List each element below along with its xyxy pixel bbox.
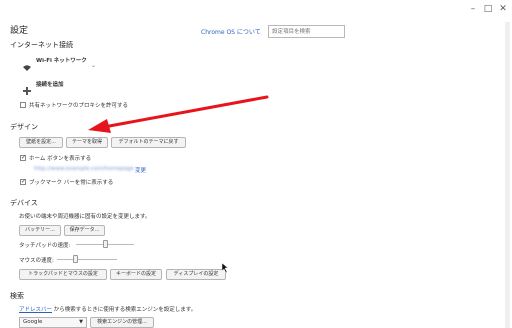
home-button-checkbox[interactable]: ✓ (20, 155, 26, 161)
manage-search-engines-button[interactable]: 検索エンジンの管理... (90, 317, 154, 328)
device-section-heading: デバイス (10, 199, 38, 207)
search-engine-selected: Google (23, 319, 43, 325)
title-bar (0, 0, 512, 22)
bookmark-bar-label: ブックマーク バーを常に表示する (29, 180, 114, 186)
mouse-speed-slider[interactable] (57, 259, 117, 260)
touchpad-mouse-settings-button[interactable]: トラックパッドとマウスの設定 (19, 269, 107, 280)
about-chrome-os-link[interactable]: Chrome OS について (201, 27, 261, 36)
storage-button[interactable]: 保存データ... (64, 225, 105, 236)
select-arrow-icon: ▼ (79, 319, 83, 325)
display-settings-button[interactable]: ディスプレイの設定 (166, 269, 226, 280)
add-connection-link[interactable]: 接続を追加 (36, 80, 64, 88)
mouse-speed-label: マウスの速度: (19, 258, 54, 264)
search-description: アドレスバー から検索するときに使用する検索エンジンを設定します。 (19, 305, 196, 313)
minimize-button[interactable]: – (467, 3, 479, 15)
search-engine-select[interactable]: Google ▼ (19, 317, 87, 328)
settings-search-input[interactable] (268, 25, 345, 38)
home-change-link[interactable]: 変更 (135, 166, 146, 174)
internet-section-heading: インターネット接続 (10, 41, 73, 49)
close-button[interactable]: ✕ (497, 3, 509, 15)
touchpad-speed-label: タッチパッドの速度: (19, 243, 71, 249)
page-title: 設定 (10, 26, 29, 36)
home-url-blurred: http://www.example.com/homepage (34, 166, 134, 172)
wifi-network-label[interactable]: Wi-Fi ネットワーク (36, 56, 87, 64)
mouse-cursor-icon (221, 258, 230, 274)
set-wallpaper-button[interactable]: 壁紙を設定... (19, 137, 63, 148)
battery-button[interactable]: バッテリー... (19, 225, 61, 236)
design-section-heading: デザイン (10, 123, 38, 131)
wifi-icon (22, 57, 32, 71)
touchpad-speed-thumb[interactable] (102, 240, 108, 248)
proxy-checkbox[interactable] (20, 102, 26, 108)
home-button-label: ホーム ボタンを表示する (29, 156, 92, 162)
reset-theme-button[interactable]: デフォルトのテーマに戻す (111, 137, 186, 148)
annotation-arrow (82, 93, 272, 135)
plus-icon (23, 80, 31, 95)
search-section-heading: 検索 (10, 292, 24, 300)
chevron-down-icon[interactable]: ⌄ (91, 62, 96, 69)
keyboard-settings-button[interactable]: キーボードの設定 (110, 269, 162, 280)
get-themes-button[interactable]: テーマを取得 (66, 137, 108, 148)
mouse-speed-thumb[interactable] (72, 255, 78, 263)
maximize-button[interactable]: □ (482, 3, 494, 15)
bookmark-bar-checkbox[interactable]: ✓ (20, 179, 26, 185)
device-description: お使いの端末や周辺機器に固有の設定を変更します。 (19, 214, 151, 220)
search-description-text: から検索するときに使用する検索エンジンを設定します。 (52, 307, 197, 313)
scrollbar[interactable] (505, 22, 510, 328)
omnibox-link[interactable]: アドレスバー (19, 307, 52, 313)
